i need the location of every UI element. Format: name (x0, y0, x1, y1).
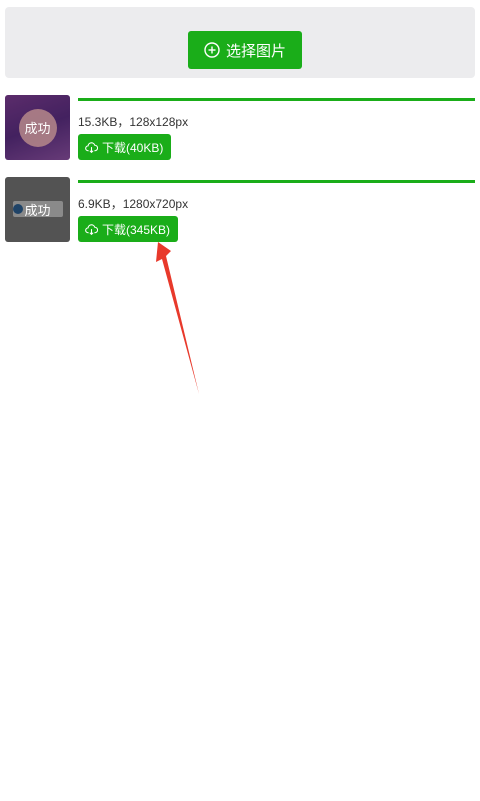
download-button[interactable]: 下载(345KB) (78, 216, 179, 242)
arrow-shape (156, 242, 199, 394)
page: 选择图片 成功 15.3KB，128x128px 下载(40KB) 成功 6.9… (0, 0, 480, 801)
image-thumbnail: 成功 (5, 95, 70, 160)
file-item: 成功 6.9KB，1280x720px 下载(345KB) (5, 177, 475, 243)
file-info: 6.9KB，1280x720px (78, 197, 189, 211)
upload-progress-bar (78, 98, 475, 101)
file-info: 15.3KB，128x128px (78, 115, 189, 129)
image-thumbnail: 成功 (5, 177, 70, 242)
download-button[interactable]: 下载(40KB) (78, 134, 172, 160)
download-label: 下载(40KB) (102, 140, 164, 155)
select-image-button[interactable]: 选择图片 (188, 31, 302, 69)
file-item: 成功 15.3KB，128x128px 下载(40KB) (5, 95, 475, 161)
select-image-label: 选择图片 (225, 42, 286, 60)
upload-status-label: 成功 (5, 95, 70, 160)
upload-progress-fill (78, 98, 475, 101)
download-label: 下载(345KB) (102, 222, 171, 237)
cloud-download-icon (85, 223, 98, 236)
upload-progress-fill (78, 180, 475, 183)
upload-status-label: 成功 (5, 177, 70, 242)
plus-circle-icon (204, 42, 220, 58)
upload-panel: 选择图片 (5, 7, 475, 78)
upload-progress-bar (78, 180, 475, 183)
cloud-download-icon (85, 141, 98, 154)
